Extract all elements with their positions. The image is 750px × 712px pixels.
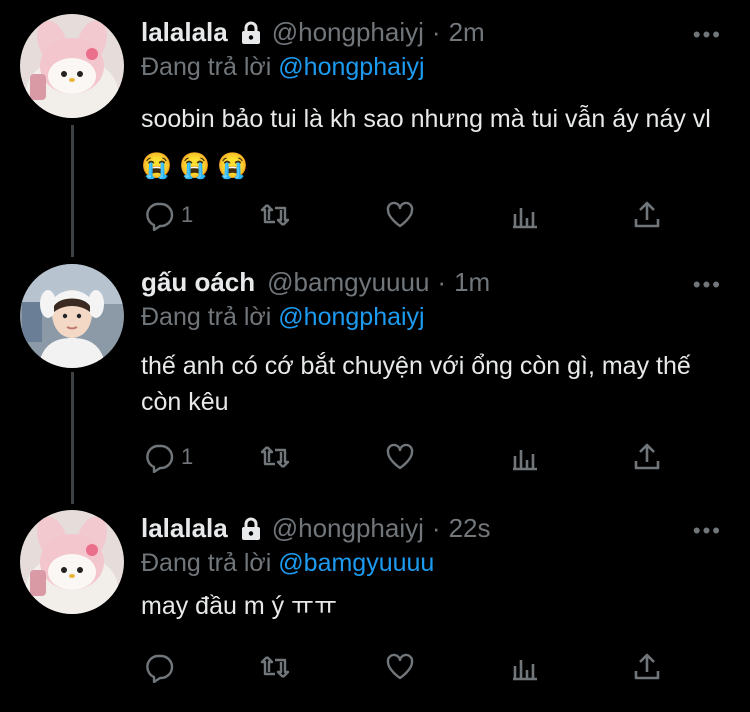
heart-icon	[386, 201, 414, 228]
melody-avatar-icon	[20, 14, 124, 118]
analytics-icon	[513, 208, 537, 229]
retweet-icon	[260, 204, 290, 226]
tweet-header: lalalala @hongphaiyj · 2m	[141, 17, 485, 48]
reply-icon	[146, 654, 174, 683]
retweet-icon	[260, 446, 290, 468]
analytics-button[interactable]	[509, 441, 541, 473]
display-name[interactable]: lalalala	[141, 17, 228, 48]
avatar[interactable]	[20, 264, 124, 368]
separator-dot: ·	[431, 513, 441, 543]
retweet-button[interactable]	[259, 441, 291, 473]
share-button[interactable]	[631, 199, 663, 231]
share-icon	[634, 443, 660, 470]
tweet-text: soobin bảo tui là kh sao nhưng mà tui vẫ…	[141, 105, 711, 180]
reply-prefix: Đang trả lời	[141, 53, 272, 81]
analytics-button[interactable]	[509, 651, 541, 683]
reply-button[interactable]: 1	[143, 441, 193, 473]
timestamp[interactable]: 22s	[449, 513, 491, 544]
more-options-icon[interactable]: •••	[693, 22, 722, 48]
reply-count: 1	[181, 202, 194, 227]
retweet-icon	[260, 656, 290, 678]
timestamp[interactable]: 2m	[449, 17, 485, 48]
display-name[interactable]: lalalala	[141, 513, 228, 544]
share-icon	[634, 653, 660, 680]
handle[interactable]: @bamgyuuuu	[267, 267, 429, 298]
reply-button[interactable]: 1	[143, 199, 193, 231]
tweet-header: lalalala @hongphaiyj · 22s	[141, 513, 491, 544]
reply-context: Đang trả lời @hongphaiyj	[141, 303, 425, 332]
avatar[interactable]	[20, 14, 124, 118]
handle[interactable]: @hongphaiyj	[272, 17, 424, 48]
melody-avatar-icon	[20, 510, 124, 614]
reply-mention[interactable]: @hongphaiyj	[278, 53, 424, 81]
tweet-text: may đầu m ý ㅠㅠ	[141, 592, 338, 620]
more-options-icon[interactable]: •••	[693, 272, 722, 298]
heart-icon	[386, 653, 414, 680]
tweet[interactable]: gấu oách @bamgyuuuu · 1m ••• Đang trả lờ…	[0, 250, 750, 500]
reply-icon	[146, 444, 174, 473]
analytics-icon	[513, 660, 537, 681]
retweet-button[interactable]	[259, 199, 291, 231]
avatar[interactable]	[20, 510, 124, 614]
timestamp[interactable]: 1m	[454, 267, 490, 298]
tweet-text: thế anh có cớ bắt chuyện với ổng còn gì,…	[141, 352, 691, 416]
action-bar: 1	[141, 198, 681, 232]
reply-prefix: Đang trả lời	[141, 303, 272, 331]
share-button[interactable]	[631, 441, 663, 473]
lock-icon	[240, 517, 262, 541]
handle[interactable]: @hongphaiyj	[272, 513, 424, 544]
separator-dot: ·	[437, 267, 447, 297]
heart-icon	[386, 443, 414, 470]
more-options-icon[interactable]: •••	[693, 518, 722, 544]
analytics-button[interactable]	[509, 199, 541, 231]
like-button[interactable]	[384, 651, 416, 683]
reply-mention[interactable]: @hongphaiyj	[278, 303, 424, 331]
display-name[interactable]: gấu oách	[141, 267, 255, 298]
reply-count: 1	[181, 444, 194, 469]
tweet-header: gấu oách @bamgyuuuu · 1m	[141, 267, 490, 298]
reply-prefix: Đang trả lời	[141, 549, 272, 577]
tweet[interactable]: lalalala @hongphaiyj · 2m ••• Đang trả l…	[0, 0, 750, 248]
reply-button[interactable]	[143, 651, 181, 683]
person-avatar-icon	[20, 264, 124, 368]
analytics-icon	[513, 450, 537, 471]
lock-icon	[240, 21, 262, 45]
reply-context: Đang trả lời @hongphaiyj	[141, 53, 425, 82]
tweet[interactable]: lalalala @hongphaiyj · 22s ••• Đang trả …	[0, 496, 750, 712]
like-button[interactable]	[384, 441, 416, 473]
action-bar: 1	[141, 440, 681, 474]
action-bar	[141, 650, 681, 684]
share-icon	[634, 201, 660, 228]
separator-dot: ·	[431, 17, 441, 47]
reply-mention[interactable]: @bamgyuuuu	[278, 549, 434, 577]
like-button[interactable]	[384, 199, 416, 231]
reply-context: Đang trả lời @bamgyuuuu	[141, 549, 434, 578]
reply-icon	[146, 202, 174, 231]
share-button[interactable]	[631, 651, 663, 683]
retweet-button[interactable]	[259, 651, 291, 683]
